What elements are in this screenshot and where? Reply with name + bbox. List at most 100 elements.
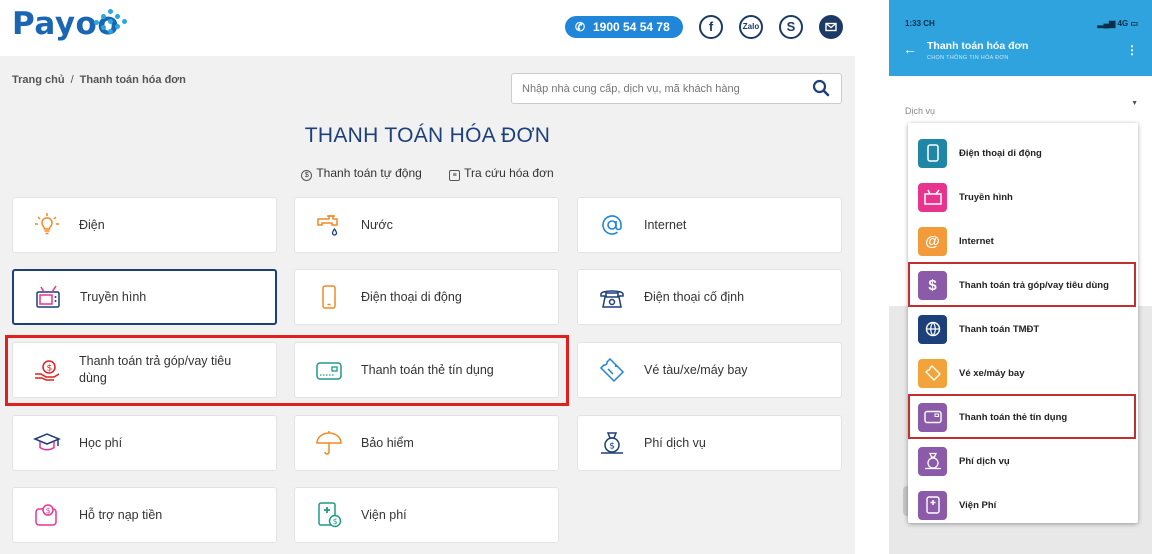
service-card-truyen-hinh[interactable]: Truyền hình: [12, 269, 277, 325]
option-internet[interactable]: @ Internet: [908, 219, 1138, 263]
app-header-subtitle: CHỌN THÔNG TIN HÓA ĐƠN: [927, 55, 1009, 61]
search-icon[interactable]: [811, 78, 831, 98]
service-label: Điện thoại di động: [361, 289, 462, 304]
service-label: Học phí: [79, 435, 123, 450]
globe-cart-icon: [918, 314, 947, 344]
app-header-title: Thanh toán hóa đơn: [927, 40, 1029, 52]
mobile-phone-icon: [918, 138, 947, 168]
dollar-circle-icon: $: [301, 170, 313, 181]
service-label: Internet: [644, 217, 687, 232]
phone-icon: ✆: [575, 20, 586, 34]
service-label: Viện phí: [361, 507, 407, 522]
option-label: Điện thoại di động: [959, 147, 1042, 159]
at-sign-icon: [602, 215, 622, 235]
service-card-vien-phi[interactable]: $ Viện phí: [294, 487, 559, 543]
mobile-app-screenshot: 1:33 CH ▂▄▆ 4G ▭ ← Thanh toán hóa đơn CH…: [889, 0, 1152, 554]
money-bag-icon: $: [601, 432, 623, 454]
service-dropdown-list: Điện thoại di động Truyền hình @ Interne…: [908, 123, 1138, 523]
service-label: Bảo hiểm: [361, 435, 414, 450]
landline-phone-icon: [600, 290, 624, 308]
service-label: Điện: [79, 217, 105, 232]
signal-icon: ▂▄▆: [1097, 19, 1118, 28]
page-title: THANH TOÁN HÓA ĐƠN: [304, 124, 551, 147]
logo-dots-icon: [94, 8, 128, 38]
svg-text:$: $: [609, 442, 615, 452]
service-label: Truyền hình: [80, 289, 147, 304]
zalo-icon[interactable]: Zalo: [739, 15, 763, 39]
tv-icon: [918, 182, 947, 212]
search-input[interactable]: [522, 74, 802, 103]
search-box: [511, 73, 842, 104]
service-card-ve-tau-xe-may-bay[interactable]: Vé tàu/xe/máy bay: [577, 342, 842, 398]
svg-text:$: $: [333, 517, 338, 526]
option-label: Phí dịch vụ: [959, 455, 1010, 467]
option-ve-xe-may-bay[interactable]: Vé xe/máy bay: [908, 351, 1138, 395]
option-dien-thoai-di-dong[interactable]: Điện thoại di động: [908, 131, 1138, 175]
hotline-number: 1900 54 54 78: [593, 20, 670, 34]
option-tmdt[interactable]: Thanh toán TMĐT: [908, 307, 1138, 351]
ticket-icon: [599, 357, 625, 383]
payoo-logo[interactable]: Payoo: [12, 6, 127, 42]
mobile-phone-icon: [322, 285, 336, 309]
service-label: Hỗ trợ nạp tiền: [79, 507, 163, 522]
more-menu-icon[interactable]: ⋮: [1126, 43, 1138, 57]
option-truyen-hinh[interactable]: Truyền hình: [908, 175, 1138, 219]
option-label: Viện Phí: [959, 499, 997, 511]
breadcrumb-separator: /: [70, 74, 74, 86]
dropdown-arrow-icon[interactable]: ▼: [1131, 100, 1138, 107]
lookup-link[interactable]: ≡ Tra cứu hóa đơn: [449, 166, 554, 181]
option-phi-dich-vu[interactable]: Phí dịch vụ: [908, 439, 1138, 483]
service-label: Nước: [361, 217, 393, 232]
facebook-icon[interactable]: f: [699, 15, 723, 39]
service-label: Phí dịch vụ: [644, 435, 706, 450]
breadcrumb-home-link[interactable]: Trang chủ: [12, 74, 65, 86]
lookup-label: Tra cứu hóa đơn: [464, 166, 554, 180]
service-field-label: Dịch vụ: [905, 106, 936, 116]
mail-icon[interactable]: [819, 15, 843, 39]
service-card-ho-tro-nap-tien[interactable]: $ Hỗ trợ nạp tiền: [12, 487, 277, 543]
tv-icon: [36, 285, 60, 308]
wallet-icon: $: [35, 504, 57, 526]
service-card-nuoc[interactable]: Nước: [294, 197, 559, 253]
at-sign-icon: @: [918, 226, 947, 256]
status-bar: 1:33 CH ▂▄▆ 4G ▭: [889, 0, 1152, 30]
medical-bill-icon: [918, 490, 947, 520]
quick-links: $ Thanh toán tự động ≡ Tra cứu hóa đơn: [0, 166, 855, 181]
medical-bill-icon: $: [318, 502, 342, 528]
option-vien-phi[interactable]: Viện Phí: [908, 483, 1138, 527]
network-type: 4G: [1117, 19, 1129, 28]
site-header: Payoo ✆ 1900 54 54 78 f Zalo S: [0, 0, 855, 56]
service-card-dien[interactable]: Điện: [12, 197, 277, 253]
battery-icon: ▭: [1128, 19, 1138, 28]
breadcrumb: Trang chủ / Thanh toán hóa đơn: [12, 74, 186, 86]
bulb-icon: [35, 213, 59, 235]
svg-text:$: $: [46, 506, 51, 515]
highlight-box: [5, 335, 569, 406]
auto-pay-link[interactable]: $ Thanh toán tự động: [301, 166, 422, 181]
service-card-bao-hiem[interactable]: Bảo hiểm: [294, 415, 559, 471]
service-card-dien-thoai-co-dinh[interactable]: Điện thoại cố định: [577, 269, 842, 325]
skype-icon[interactable]: S: [779, 15, 803, 39]
highlight-box: [908, 394, 1136, 439]
option-label: Truyền hình: [959, 191, 1013, 203]
service-card-internet[interactable]: Internet: [577, 197, 842, 253]
option-label: Internet: [959, 235, 994, 247]
auto-pay-label: Thanh toán tự động: [316, 166, 422, 180]
graduation-cap-icon: [33, 433, 61, 451]
option-label: Vé xe/máy bay: [959, 367, 1025, 379]
service-card-dien-thoai-di-dong[interactable]: Điện thoại di động: [294, 269, 559, 325]
option-label: Thanh toán TMĐT: [959, 323, 1040, 335]
service-card-phi-dich-vu[interactable]: $ Phí dịch vụ: [577, 415, 842, 471]
highlight-box: [908, 262, 1136, 307]
breadcrumb-current: Thanh toán hóa đơn: [79, 74, 186, 86]
umbrella-icon: [316, 431, 342, 455]
hotline-button[interactable]: ✆ 1900 54 54 78: [565, 16, 683, 38]
bill-icon: ≡: [449, 170, 461, 181]
service-label: Điện thoại cố định: [644, 289, 745, 304]
back-arrow-icon[interactable]: ←: [903, 41, 917, 57]
water-tap-icon: [317, 215, 338, 236]
money-bag-icon: [918, 446, 947, 476]
ticket-icon: [918, 358, 947, 388]
service-label: Vé tàu/xe/máy bay: [644, 362, 748, 377]
service-card-hoc-phi[interactable]: Học phí: [12, 415, 277, 471]
